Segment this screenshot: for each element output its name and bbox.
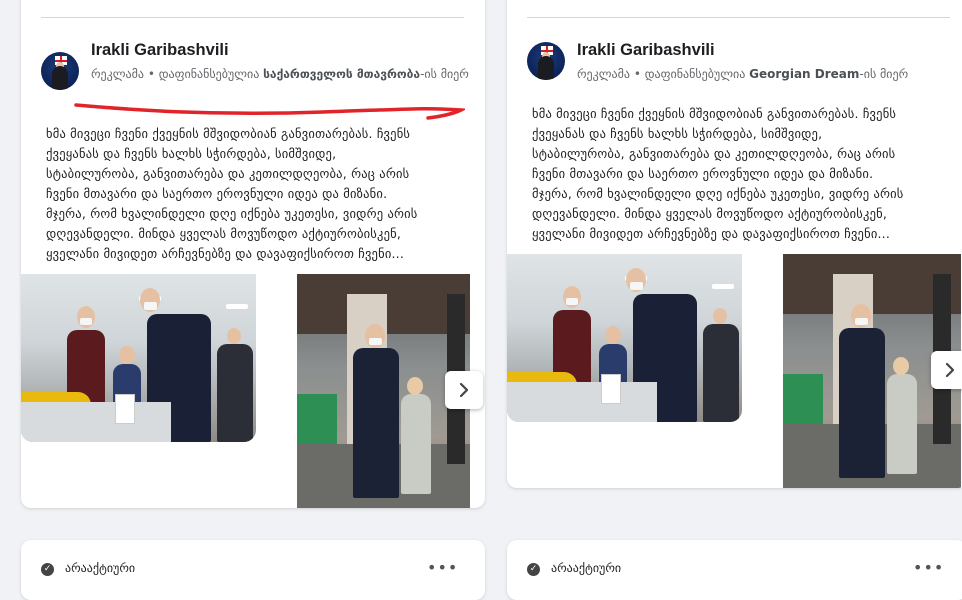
more-options-icon[interactable]: ••• bbox=[913, 558, 944, 577]
author-avatar[interactable] bbox=[41, 52, 79, 90]
ad-card-government: Irakli Garibashvili რეკლამა • დაფინანსებ… bbox=[21, 0, 485, 508]
sponsor-suffix: -ის მიერ bbox=[859, 67, 909, 81]
check-circle-icon: ✓ bbox=[527, 563, 540, 576]
sponsor-prefix: რეკლამა • დაფინანსებულია bbox=[577, 67, 750, 81]
sponsor-prefix: რეკლამა • დაფინანსებულია bbox=[91, 67, 264, 81]
post-photo-voting-booth[interactable] bbox=[21, 274, 256, 442]
ad-card-next-left: ✓ არააქტიური ••• bbox=[21, 540, 485, 600]
red-highlight-underline bbox=[74, 103, 465, 120]
carousel-next-button[interactable] bbox=[445, 371, 483, 409]
sponsor-line: რეკლამა • დაფინანსებულია საქართველოს მთა… bbox=[91, 64, 471, 84]
author-name[interactable]: Irakli Garibashvili bbox=[91, 41, 229, 60]
status-label: არააქტიური bbox=[551, 561, 622, 575]
ad-card-georgian-dream: Irakli Garibashvili რეკლამა • დაფინანსებ… bbox=[507, 0, 962, 488]
sponsor-name[interactable]: საქართველოს მთავრობა bbox=[263, 67, 420, 81]
check-circle-icon: ✓ bbox=[41, 563, 54, 576]
chevron-right-icon bbox=[459, 382, 469, 398]
more-options-icon[interactable]: ••• bbox=[427, 558, 458, 577]
sponsor-name[interactable]: Georgian Dream bbox=[749, 67, 859, 81]
post-photo-voting-booth[interactable] bbox=[507, 254, 742, 422]
post-body: ხმა მივეცი ჩვენი ქვეყნის მშვიდობიან განვ… bbox=[532, 106, 904, 241]
author-name[interactable]: Irakli Garibashvili bbox=[577, 41, 715, 60]
status-label: არააქტიური bbox=[65, 561, 136, 575]
post-body: ხმა მივეცი ჩვენი ქვეყნის მშვიდობიან განვ… bbox=[46, 126, 418, 261]
carousel-next-button[interactable] bbox=[931, 351, 962, 389]
ad-card-next-right: ✓ არააქტიური ••• bbox=[507, 540, 962, 600]
author-avatar[interactable] bbox=[527, 42, 565, 80]
card-top-divider bbox=[527, 17, 950, 18]
chevron-right-icon bbox=[945, 362, 955, 378]
sponsor-line: რეკლამა • დაფინანსებულია Georgian Dream-… bbox=[577, 64, 957, 84]
card-top-divider bbox=[41, 17, 464, 18]
sponsor-suffix: -ის მიერ bbox=[420, 67, 469, 81]
